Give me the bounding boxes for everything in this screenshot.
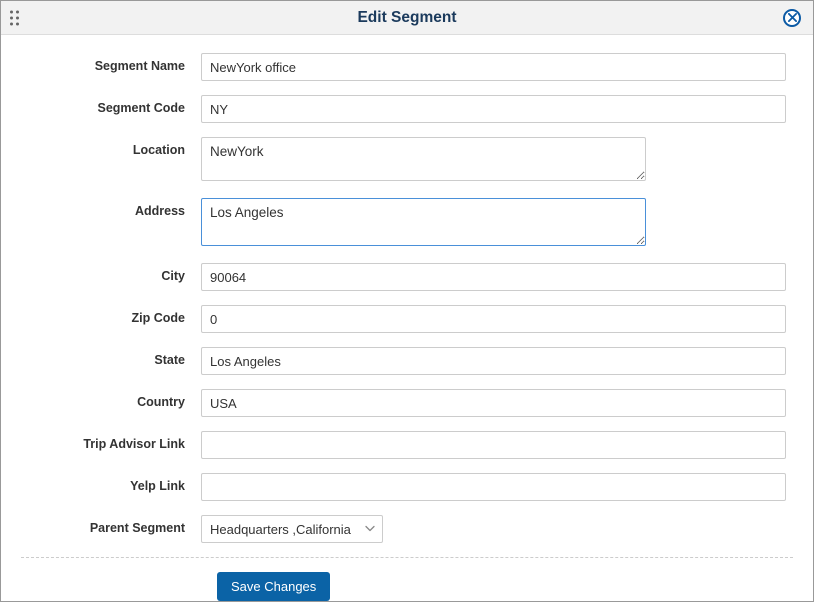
zip-code-input[interactable] xyxy=(201,305,786,333)
divider xyxy=(21,557,793,558)
city-input[interactable] xyxy=(201,263,786,291)
label-trip-advisor-link: Trip Advisor Link xyxy=(21,431,201,451)
label-country: Country xyxy=(21,389,201,409)
label-segment-code: Segment Code xyxy=(21,95,201,115)
parent-segment-select[interactable] xyxy=(201,515,383,543)
label-state: State xyxy=(21,347,201,367)
parent-segment-value[interactable] xyxy=(201,515,383,543)
modal-header: Edit Segment xyxy=(1,1,813,35)
drag-handle-icon[interactable] xyxy=(10,10,19,25)
label-zip-code: Zip Code xyxy=(21,305,201,325)
segment-name-input[interactable] xyxy=(201,53,786,81)
close-icon[interactable] xyxy=(783,9,801,27)
segment-code-input[interactable] xyxy=(201,95,786,123)
trip-advisor-link-input[interactable] xyxy=(201,431,786,459)
modal-title: Edit Segment xyxy=(357,9,456,27)
country-input[interactable] xyxy=(201,389,786,417)
label-parent-segment: Parent Segment xyxy=(21,515,201,535)
label-segment-name: Segment Name xyxy=(21,53,201,73)
form-body: Segment Name Segment Code Location Addre… xyxy=(1,35,813,601)
label-location: Location xyxy=(21,137,201,157)
location-textarea[interactable] xyxy=(201,137,646,181)
label-address: Address xyxy=(21,198,201,218)
address-textarea[interactable] xyxy=(201,198,646,246)
label-city: City xyxy=(21,263,201,283)
yelp-link-input[interactable] xyxy=(201,473,786,501)
label-yelp-link: Yelp Link xyxy=(21,473,201,493)
state-input[interactable] xyxy=(201,347,786,375)
save-button[interactable]: Save Changes xyxy=(217,572,330,601)
